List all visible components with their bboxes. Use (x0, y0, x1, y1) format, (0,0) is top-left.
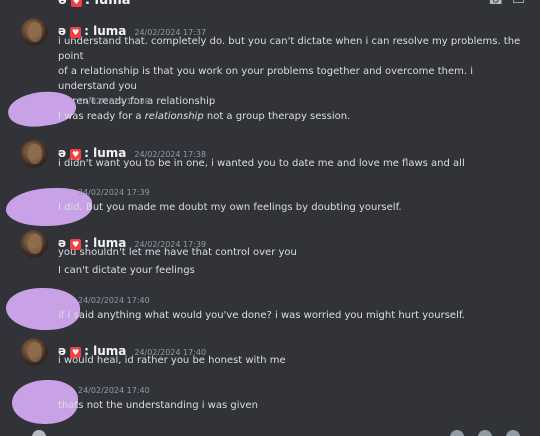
timestamp: 24/02/2024 17:38 (78, 97, 150, 106)
gift-icon[interactable] (450, 430, 464, 436)
message-text: if I said anything what would you've don… (58, 310, 465, 321)
timestamp: 24/02/2024 17:40 (78, 386, 150, 395)
message-text: i didn't want you to be in one, i wanted… (58, 158, 465, 169)
timestamp: 24/02/2024 17:40 (78, 296, 150, 305)
avatar[interactable] (20, 18, 48, 46)
message-text: you shouldn't let me have that control o… (58, 247, 297, 276)
add-attachment-icon[interactable] (32, 430, 46, 436)
message-text: i would heal, id rather you be honest wi… (58, 355, 286, 366)
message-input-bar (0, 428, 540, 436)
heart-icon: ♥ (70, 0, 82, 7)
avatar[interactable] (20, 230, 48, 258)
channel-header: ə ♥: luma ☎ ▭ (0, 0, 540, 8)
timestamp: 24/02/2024 17:39 (78, 188, 150, 197)
video-icon[interactable]: ▭ (512, 0, 525, 8)
message-text: I was ready for a relationship not a gro… (58, 111, 351, 122)
message-text: thats not the understanding i was given (58, 400, 258, 411)
message-text: I did. But you made me doubt my own feel… (58, 202, 402, 213)
channel-name: ə ♥: luma (58, 0, 131, 8)
avatar[interactable] (20, 140, 48, 168)
emoji-icon[interactable] (506, 430, 520, 436)
phone-icon[interactable]: ☎ (487, 0, 504, 8)
gif-icon[interactable] (478, 430, 492, 436)
avatar[interactable] (20, 338, 48, 366)
